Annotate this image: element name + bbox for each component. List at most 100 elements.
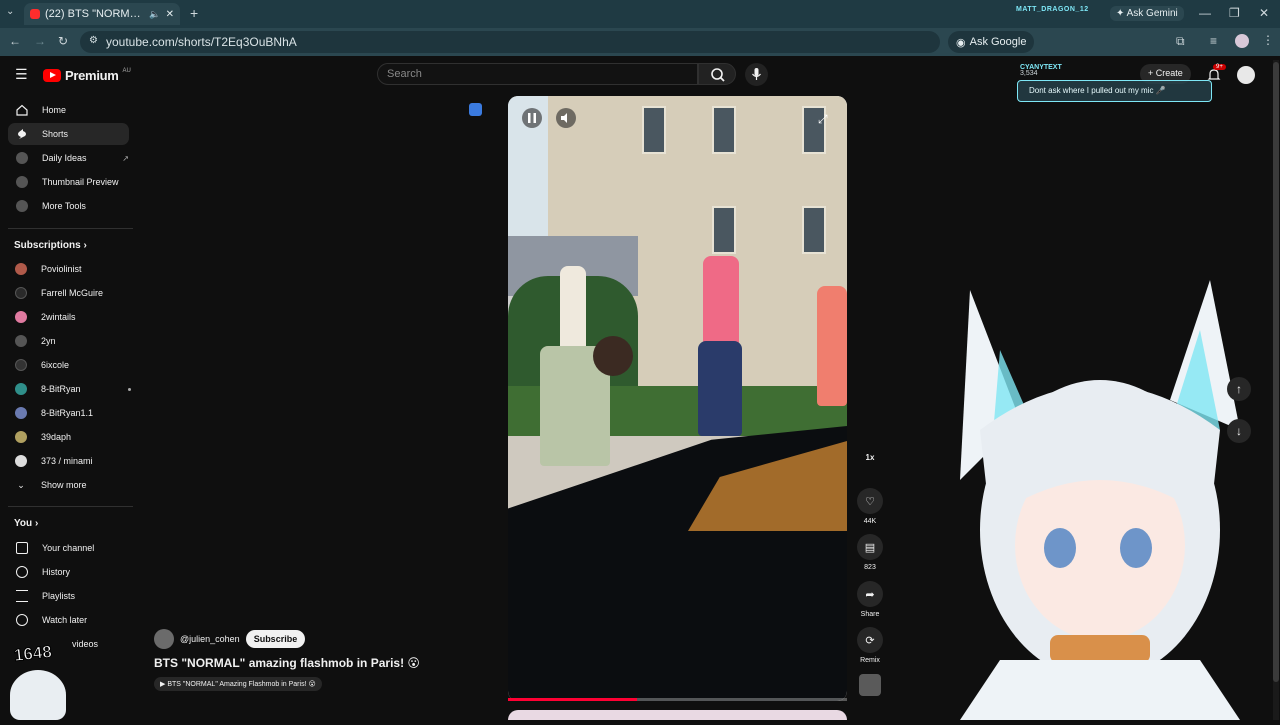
logo-text: Premium xyxy=(65,68,119,83)
reload-button[interactable]: ↻ xyxy=(58,34,68,48)
subscription-item[interactable]: 2wintails xyxy=(15,307,131,327)
site-info-icon[interactable]: ⚙ xyxy=(89,35,98,46)
subscriptions-title: Subscriptions xyxy=(14,240,81,251)
scrollbar-thumb[interactable] xyxy=(1273,62,1279,682)
voice-search-button[interactable] xyxy=(745,63,768,86)
subscription-item[interactable]: Poviolinist xyxy=(15,259,131,279)
video-frame-person xyxy=(698,341,742,436)
related-video-chip[interactable]: ▶ BTS "NORMAL" Amazing Flashmob in Paris… xyxy=(154,677,322,691)
subscriptions-heading[interactable]: Subscriptions › xyxy=(14,240,87,251)
remix-label: Remix xyxy=(860,657,880,664)
channel-row: @julien_cohen Subscribe xyxy=(154,629,306,649)
back-button[interactable]: ← xyxy=(9,34,21,48)
channel-name[interactable]: @julien_cohen xyxy=(180,634,240,644)
next-short-button[interactable]: ↓ xyxy=(1227,419,1251,443)
chevron-down-icon: ⌄ xyxy=(17,479,25,490)
channel-avatar xyxy=(15,431,27,443)
heart-icon: ♡ xyxy=(857,488,883,514)
subscription-item[interactable]: 8-BitRyan xyxy=(15,379,131,399)
sidebar-item-label: Shorts xyxy=(42,129,69,139)
previous-short-button[interactable]: ↑ xyxy=(1227,377,1251,401)
ask-gemini-button[interactable]: ✦ Ask Gemini xyxy=(1110,6,1184,21)
shorts-video-player[interactable]: ⤢ xyxy=(508,96,847,701)
media-control-icon[interactable]: ≡ xyxy=(1210,34,1217,48)
search-button[interactable] xyxy=(698,63,736,85)
sidebar-item-your-channel[interactable]: Your channel xyxy=(8,537,129,559)
subscription-item[interactable]: 39daph xyxy=(15,427,131,447)
next-short-preview[interactable] xyxy=(508,710,847,720)
url-field[interactable]: ⚙ youtube.com/shorts/T2Eq3OuBNhA xyxy=(80,31,940,53)
video-frame-window xyxy=(802,206,826,254)
sidebar-item-label: Home xyxy=(42,105,67,115)
channel-avatar xyxy=(15,311,27,323)
sidebar-item-history[interactable]: History xyxy=(8,561,129,583)
subscription-item[interactable]: 8-BitRyan1.1 xyxy=(15,403,131,423)
history-icon xyxy=(16,566,28,578)
extensions-icon[interactable]: ⧉ xyxy=(1176,34,1185,49)
share-icon: ➦ xyxy=(857,581,883,607)
chibi-avatar xyxy=(10,670,66,720)
subscription-item[interactable]: Farrell McGuire xyxy=(15,283,131,303)
external-link-icon: ↗ xyxy=(122,153,129,163)
stat-readout: 3,534 xyxy=(1020,70,1038,77)
you-heading[interactable]: You › xyxy=(14,518,38,529)
sidebar-item-more-tools[interactable]: More Tools xyxy=(8,195,129,217)
volume-button[interactable] xyxy=(556,108,576,128)
extension-badge-icon[interactable] xyxy=(469,103,482,116)
sidebar-item-label: Watch later xyxy=(42,615,88,625)
channel-thumbnail[interactable] xyxy=(859,674,881,696)
page-scrollbar[interactable] xyxy=(1273,60,1279,720)
subscription-item[interactable]: 373 / minami xyxy=(15,451,131,471)
address-bar: ← → ↻ ⚙ youtube.com/shorts/T2Eq3OuBNhA ⧉… xyxy=(0,28,1280,56)
new-tab-button[interactable]: + xyxy=(190,5,198,21)
tab-close-icon[interactable]: ✕ xyxy=(166,9,174,20)
fullscreen-icon[interactable]: ⤢ xyxy=(818,112,828,127)
browser-tab-active[interactable]: (22) BTS "NORMAL" amazin 🔈 ✕ xyxy=(24,3,180,25)
subscription-item[interactable]: 6ixcole xyxy=(15,355,131,375)
app-icon xyxy=(16,152,28,164)
subscription-item[interactable]: 2yn xyxy=(15,331,131,351)
browser-menu-icon[interactable]: ⋮ xyxy=(1262,33,1274,47)
comment-icon: ▤ xyxy=(857,534,883,560)
ask-google-button[interactable]: ◉ Ask Google xyxy=(948,31,1035,53)
video-progress-bar[interactable] xyxy=(508,698,847,701)
tab-audio-icon[interactable]: 🔈 xyxy=(149,9,160,20)
clock-icon xyxy=(16,614,28,626)
account-avatar[interactable] xyxy=(1237,66,1255,84)
search-input[interactable]: Search xyxy=(377,63,698,85)
close-window-button[interactable]: ✕ xyxy=(1259,6,1269,20)
youtube-favicon-icon xyxy=(30,9,40,19)
share-button[interactable]: ➦ Share xyxy=(856,581,884,618)
sidebar-item-thumbnail-preview[interactable]: Thumbnail Preview xyxy=(8,171,129,193)
channel-avatar xyxy=(15,335,27,347)
tab-list-button[interactable]: ⌄ xyxy=(6,6,14,17)
youtube-logo[interactable]: Premium AU xyxy=(43,68,131,83)
like-button[interactable]: ♡ 44K xyxy=(856,488,884,525)
sidebar-item-playlists[interactable]: Playlists xyxy=(8,585,129,607)
sidebar-item-watch-later[interactable]: Watch later xyxy=(8,609,129,631)
sidebar-item-daily-ideas[interactable]: Daily Ideas ↗ xyxy=(8,147,129,169)
pause-button[interactable] xyxy=(522,108,542,128)
pause-icon xyxy=(528,113,536,123)
hamburger-menu-icon[interactable]: ☰ xyxy=(15,66,28,83)
chevron-right-icon: › xyxy=(34,518,39,529)
channel-avatar[interactable] xyxy=(154,629,174,649)
sidebar-item-home[interactable]: Home xyxy=(8,99,129,121)
logo-region: AU xyxy=(122,68,131,74)
comments-button[interactable]: ▤ 823 xyxy=(856,534,884,571)
browser-tab-bar: ⌄ (22) BTS "NORMAL" amazin 🔈 ✕ + MATT_DR… xyxy=(0,0,1280,28)
forward-button[interactable]: → xyxy=(34,34,46,48)
subscribe-button[interactable]: Subscribe xyxy=(245,630,306,648)
profile-avatar-icon[interactable] xyxy=(1235,34,1249,48)
channel-avatar xyxy=(15,455,27,467)
subscription-label: Farrell McGuire xyxy=(41,288,104,298)
minimize-button[interactable]: — xyxy=(1199,6,1211,20)
remix-button[interactable]: ⟳ Remix xyxy=(856,627,884,664)
show-more-button[interactable]: ⌄ Show more xyxy=(15,475,131,495)
playback-speed-button[interactable]: 1x xyxy=(856,453,884,462)
video-progress-fill xyxy=(508,698,637,701)
ask-google-label: Ask Google xyxy=(969,36,1027,48)
maximize-button[interactable]: ❐ xyxy=(1229,6,1240,20)
sidebar-item-shorts[interactable]: Shorts xyxy=(8,123,129,145)
shorts-icon xyxy=(16,128,28,140)
